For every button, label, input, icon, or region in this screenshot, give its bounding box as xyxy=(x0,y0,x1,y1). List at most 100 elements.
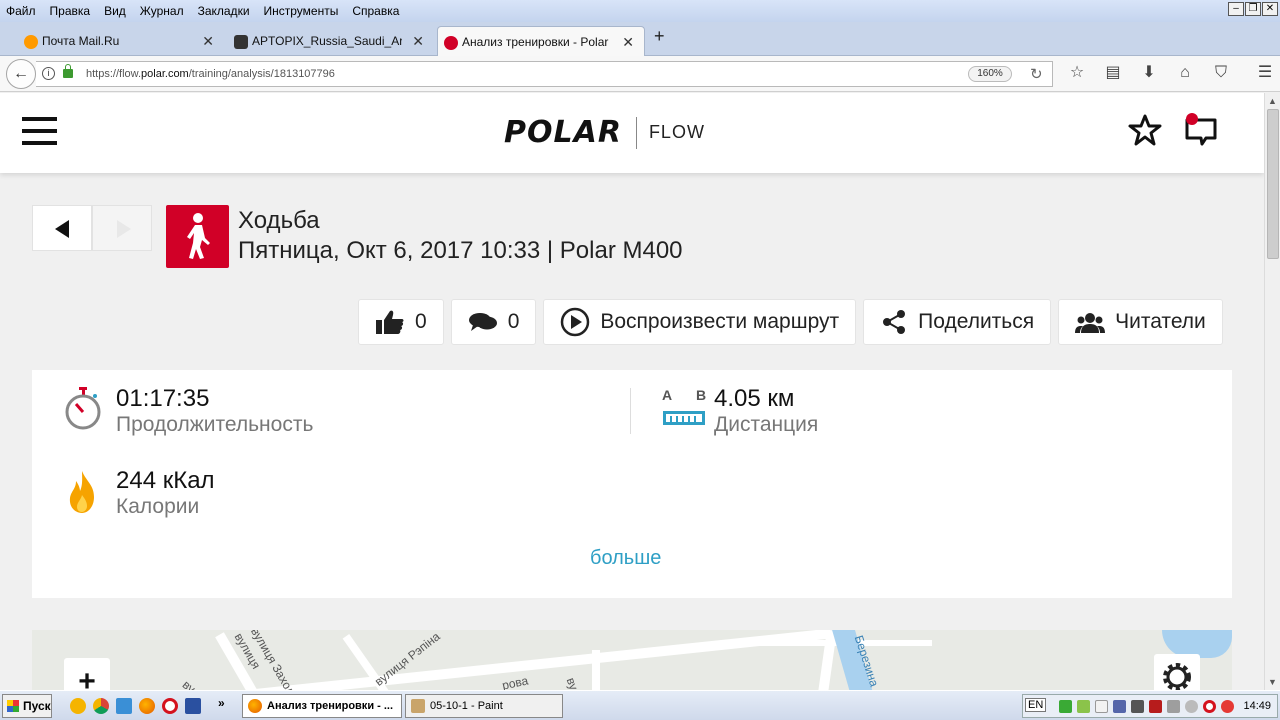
menu-help[interactable]: Справка xyxy=(345,4,406,18)
new-tab-icon[interactable]: + xyxy=(654,26,665,47)
tray-app-icon[interactable] xyxy=(1131,700,1144,713)
antivirus-icon[interactable] xyxy=(1149,700,1162,713)
sport-badge xyxy=(166,205,229,268)
likes-count: 0 xyxy=(415,310,427,333)
menu-tools[interactable]: Инструменты xyxy=(257,4,346,18)
distance-value: 4.05 км xyxy=(714,385,795,412)
scroll-up-icon[interactable]: ▲ xyxy=(1268,96,1277,106)
system-tray: EN 14:49 xyxy=(1022,694,1278,718)
like-button[interactable]: 0 xyxy=(358,299,444,345)
pocket-icon[interactable]: ⛉ xyxy=(1210,62,1232,84)
next-session-button[interactable] xyxy=(92,205,152,251)
notification-dot xyxy=(1186,113,1198,125)
close-tab-icon[interactable]: ✕ xyxy=(622,34,634,51)
menu-edit[interactable]: Правка xyxy=(43,4,98,18)
close-window-icon[interactable]: ✕ xyxy=(1262,2,1278,16)
restore-icon[interactable]: ❐ xyxy=(1245,2,1261,16)
quicklaunch-app-icon[interactable] xyxy=(70,698,86,714)
walking-person-icon xyxy=(187,213,210,259)
hamburger-menu-icon[interactable]: ☰ xyxy=(1254,62,1276,84)
opera-tray-icon[interactable] xyxy=(1203,700,1216,713)
duration-label: Продолжительность xyxy=(116,413,314,436)
followers-button[interactable]: Читатели xyxy=(1058,299,1223,345)
task-label: Анализ тренировки - ... xyxy=(267,700,394,712)
tray-app-icon[interactable] xyxy=(1167,700,1180,713)
address-bar[interactable]: i https://flow.polar.com/training/analys… xyxy=(36,61,1053,87)
tab-label: APTOPIX_Russia_Saudi_Arabi... xyxy=(252,34,402,48)
home-icon[interactable]: ⌂ xyxy=(1174,62,1196,84)
comments-count: 0 xyxy=(507,310,520,333)
tab-aptopix[interactable]: APTOPIX_Russia_Saudi_Arabi... ✕ xyxy=(228,26,434,56)
explorer-icon[interactable] xyxy=(116,698,132,714)
task-paint[interactable]: 05-10-1 - Paint xyxy=(405,694,563,718)
map-settings-button[interactable] xyxy=(1154,654,1200,690)
nav-bar: ← i https://flow.polar.com/training/anal… xyxy=(0,56,1280,92)
session-actions: 0 0 Воспроизвести маршрут Поделиться Чит… xyxy=(358,299,1223,345)
info-icon[interactable]: i xyxy=(42,67,55,80)
session-pager xyxy=(32,205,156,251)
share-button[interactable]: Поделиться xyxy=(863,299,1052,345)
menu-view[interactable]: Вид xyxy=(97,4,133,18)
menu-history[interactable]: Журнал xyxy=(133,4,191,18)
download-icon[interactable]: ⬇ xyxy=(1138,62,1160,84)
comment-button[interactable]: 0 xyxy=(450,299,537,345)
back-arrow-icon[interactable]: ← xyxy=(6,59,36,89)
play-circle-icon xyxy=(561,307,590,337)
url-text[interactable]: https://flow.polar.com/training/analysis… xyxy=(86,68,335,80)
reload-icon[interactable]: ↻ xyxy=(1030,65,1043,83)
brand-divider xyxy=(635,116,637,149)
clock[interactable]: 14:49 xyxy=(1243,700,1271,712)
map-street-label: вул xyxy=(179,677,204,690)
reading-list-icon[interactable]: ▤ xyxy=(1102,62,1124,84)
firefox-icon xyxy=(248,699,262,713)
chrome-icon[interactable] xyxy=(93,698,109,714)
minimize-icon[interactable]: – xyxy=(1228,2,1244,16)
menu-bookmarks[interactable]: Закладки xyxy=(191,4,257,18)
opera-icon[interactable] xyxy=(162,698,178,714)
menu-icon[interactable] xyxy=(22,117,57,145)
menu-bar: Файл Правка Вид Журнал Закладки Инструме… xyxy=(0,0,1280,22)
lock-icon[interactable] xyxy=(63,64,73,78)
route-map[interactable]: вулиця вулиця Заходня вулиця Рэпіна вул … xyxy=(32,630,1232,690)
tab-mail[interactable]: Почта Mail.Ru ✕ xyxy=(18,26,224,56)
tray-app-icon[interactable] xyxy=(1113,700,1126,713)
replay-route-button[interactable]: Воспроизвести маршрут xyxy=(543,299,857,345)
scroll-down-icon[interactable]: ▼ xyxy=(1268,677,1277,687)
map-street-label: рова xyxy=(500,673,530,690)
page-scrollbar[interactable]: ▲ ▼ xyxy=(1264,93,1280,690)
zoom-level[interactable]: 160% xyxy=(968,66,1012,82)
menu-file[interactable]: Файл xyxy=(0,4,43,18)
brand[interactable]: POLAR FLOW xyxy=(504,115,705,150)
close-tab-icon[interactable]: ✕ xyxy=(202,33,214,50)
tray-app-icon[interactable] xyxy=(1221,700,1234,713)
start-button[interactable]: Пуск xyxy=(2,694,52,718)
quicklaunch-overflow-icon[interactable]: » xyxy=(218,696,225,710)
map-street-label: вул xyxy=(563,675,584,690)
firefox-icon[interactable] xyxy=(139,698,155,714)
save-disk-icon[interactable] xyxy=(185,698,201,714)
calories-value: 244 кКал xyxy=(116,467,215,494)
task-firefox[interactable]: Анализ тренировки - ... xyxy=(242,694,402,718)
flow-label: FLOW xyxy=(648,122,705,142)
scroll-thumb[interactable] xyxy=(1267,109,1279,259)
tray-app-icon[interactable] xyxy=(1059,700,1072,713)
language-indicator[interactable]: EN xyxy=(1025,698,1047,712)
more-link[interactable]: больше xyxy=(590,547,661,570)
previous-session-button[interactable] xyxy=(32,205,92,251)
map-zoom-in-button[interactable]: + xyxy=(64,658,110,690)
replay-label: Воспроизвести маршрут xyxy=(600,310,840,333)
tab-label: Почта Mail.Ru xyxy=(42,34,120,48)
window-controls: – ❐ ✕ xyxy=(1228,2,1278,16)
tray-app-icon[interactable] xyxy=(1077,700,1090,713)
favorite-star-icon[interactable] xyxy=(1128,113,1162,147)
map-road xyxy=(592,650,600,690)
bookmark-star-icon[interactable]: ☆ xyxy=(1066,62,1088,84)
url-domain: polar.com xyxy=(141,68,189,80)
close-tab-icon[interactable]: ✕ xyxy=(412,33,424,50)
tab-polar-flow[interactable]: Анализ тренировки - Polar F... ✕ xyxy=(437,26,645,56)
tray-app-icon[interactable] xyxy=(1185,700,1198,713)
session-subtitle: Пятница, Окт 6, 2017 10:33 | Polar M400 xyxy=(238,237,683,264)
stopwatch-icon xyxy=(65,387,101,430)
metric-divider xyxy=(630,388,631,434)
tray-app-icon[interactable] xyxy=(1095,700,1108,713)
